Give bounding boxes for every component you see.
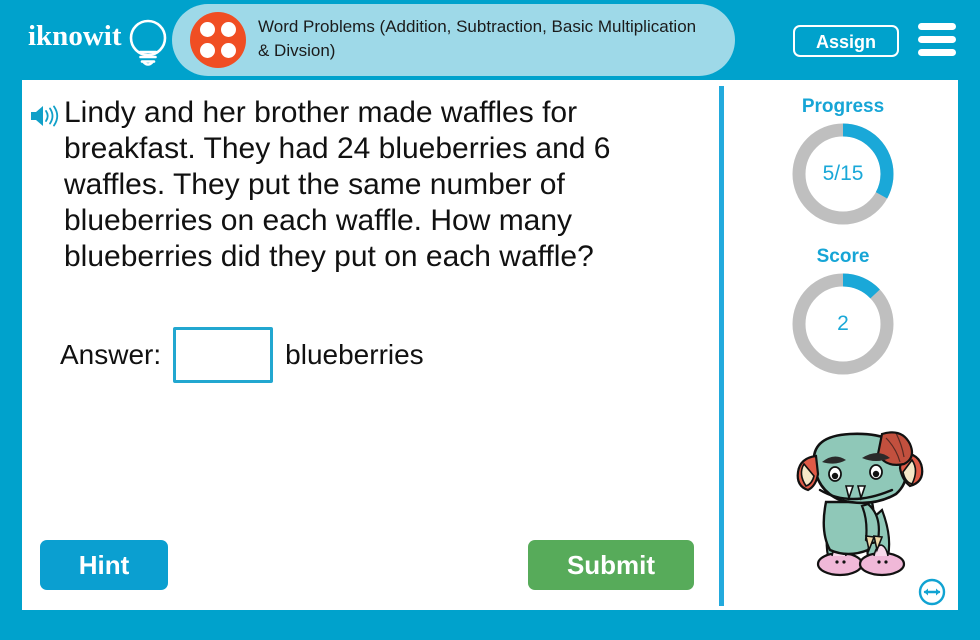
lesson-card: Lindy and her brother made waffles for b… [22,80,958,610]
assign-button[interactable]: Assign [793,25,899,57]
hamburger-menu-icon[interactable] [918,23,956,57]
answer-unit-label: blueberries [285,339,424,370]
speaker-icon[interactable] [30,104,60,128]
answer-row: Answer: blueberries [60,325,424,385]
brand-logo-text: iknowit [28,20,122,52]
brand-logo[interactable]: iknowit [26,14,176,70]
status-sidebar: Progress 5/15 Score 2 [728,80,958,610]
score-value: 2 [837,312,849,335]
lesson-title-pill: Word Problems (Addition, Subtraction, Ba… [172,4,735,76]
lesson-title: Word Problems (Addition, Subtraction, Ba… [258,17,697,60]
score-gauge: Score 2 [728,246,958,378]
answer-input[interactable] [173,327,274,383]
submit-button[interactable]: Submit [528,540,694,590]
green-monster-mascot [796,431,924,577]
app-header: iknowit Word Problems (Addition, Subtrac… [0,0,980,80]
progress-label: Progress [801,96,885,117]
hint-button[interactable]: Hint [40,540,168,590]
progress-value: 5/15 [822,162,864,185]
content-sidebar-divider [719,86,724,606]
progress-gauge: Progress 5/15 [728,96,958,228]
question-text: Lindy and her brother made waffles for b… [64,96,611,273]
resize-horizontal-icon[interactable] [918,578,946,606]
lightbulb-icon [129,19,167,66]
four-dot-circle-icon [190,12,246,68]
score-label: Score [816,246,870,267]
answer-label: Answer: [60,339,162,370]
app-window: iknowit Word Problems (Addition, Subtrac… [0,0,980,640]
